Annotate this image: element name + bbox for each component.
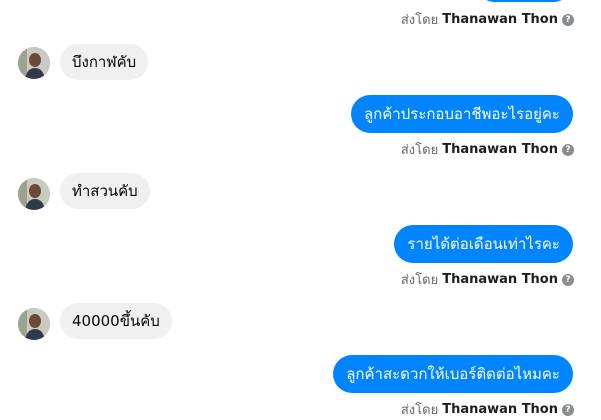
avatar-photo-icon bbox=[18, 178, 50, 210]
sender-name[interactable]: Thanawan Thon bbox=[442, 12, 558, 27]
sender-name[interactable]: Thanawan Thon bbox=[442, 402, 558, 417]
help-icon[interactable]: ? bbox=[562, 403, 574, 416]
message-bubble-incoming[interactable]: บึงกาฬคับ bbox=[60, 44, 149, 80]
sent-by-label: ส่งโดย Thanawan Thon ? bbox=[401, 269, 574, 290]
help-icon[interactable]: ? bbox=[562, 273, 574, 286]
sent-by-prefix: ส่งโดย bbox=[400, 273, 439, 288]
sent-by-label: ส่งโดย Thanawan Thon ? bbox=[401, 399, 574, 420]
message-bubble-incoming[interactable]: 40000ขึ้นคับ bbox=[60, 303, 172, 339]
message-thread: ส่งโดย Thanawan Thon ? บึงกาฬคับ ลูกค้าป… bbox=[0, 0, 601, 420]
sent-by-prefix: ส่งโดย bbox=[400, 13, 439, 28]
help-icon[interactable]: ? bbox=[562, 13, 574, 26]
message-bubble-outgoing-partial[interactable] bbox=[478, 0, 570, 2]
avatar-photo-icon bbox=[18, 308, 50, 340]
message-bubble-outgoing[interactable]: ลูกค้าประกอบอาชีพอะไรอยู่คะ bbox=[350, 95, 573, 133]
avatar[interactable] bbox=[18, 178, 50, 210]
avatar[interactable] bbox=[18, 308, 50, 340]
message-bubble-incoming[interactable]: ทำสวนคับ bbox=[60, 173, 150, 209]
sent-by-prefix: ส่งโดย bbox=[400, 403, 439, 418]
help-icon[interactable]: ? bbox=[562, 143, 574, 156]
message-bubble-outgoing[interactable]: ลูกค้าสะดวกให้เบอร์ติดต่อไหมคะ bbox=[333, 355, 573, 393]
message-bubble-outgoing[interactable]: รายได้ต่อเดือนเท่าไรคะ bbox=[394, 225, 573, 263]
sent-by-label: ส่งโดย Thanawan Thon ? bbox=[401, 139, 574, 160]
avatar[interactable] bbox=[18, 47, 50, 79]
sender-name[interactable]: Thanawan Thon bbox=[442, 272, 558, 287]
sent-by-prefix: ส่งโดย bbox=[400, 143, 439, 158]
avatar-photo-icon bbox=[18, 47, 50, 79]
sent-by-label: ส่งโดย Thanawan Thon ? bbox=[401, 9, 574, 30]
sender-name[interactable]: Thanawan Thon bbox=[442, 142, 558, 157]
